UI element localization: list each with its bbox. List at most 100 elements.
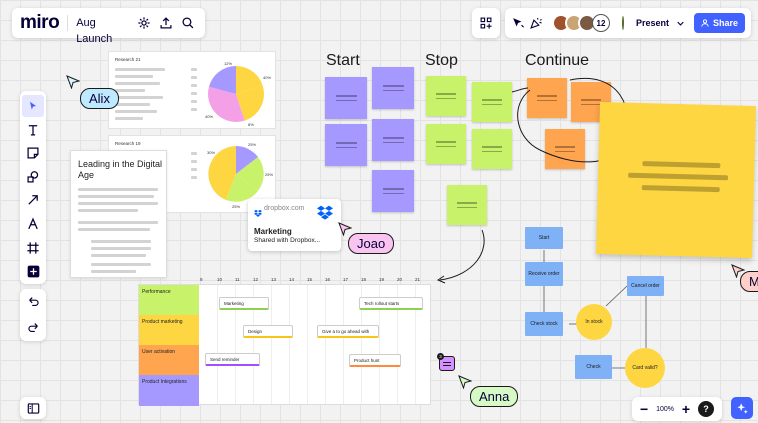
ai-assistant-button[interactable] <box>731 397 753 419</box>
timeline-task[interactable]: Marketing <box>219 297 269 310</box>
help-button[interactable]: ? <box>698 401 714 417</box>
shapes-tool-icon[interactable] <box>22 166 44 188</box>
sidebar-toggle-button[interactable] <box>20 397 46 419</box>
dropbox-subtitle: Shared with Dropbox... <box>254 237 321 244</box>
timeline-day: 16 <box>325 277 331 282</box>
redo-icon[interactable] <box>22 316 44 338</box>
cursor-label-ma: Ma <box>740 271 758 292</box>
sidebar-panel-icon <box>27 402 39 414</box>
pie-label: 25% <box>248 142 257 147</box>
flow-node-start[interactable]: Start <box>525 227 563 249</box>
board-title[interactable]: Aug Launch <box>67 15 124 45</box>
cursor-tracking-icon[interactable] <box>511 12 525 34</box>
timeline-task[interactable]: Give a to go ahead with <box>317 325 379 338</box>
pie-label: 25% <box>265 172 274 177</box>
retro-heading-stop: Stop <box>425 52 458 69</box>
pie-label: 40% <box>205 114 214 119</box>
undo-redo-toolbar <box>20 289 46 341</box>
document-title: Leading in the Digital Age <box>78 159 163 180</box>
zoom-controls: − 100% + ? <box>632 397 722 421</box>
board-header: miro Aug Launch <box>12 8 205 45</box>
dropbox-domain: dropbox.com <box>264 205 305 212</box>
timeline-day: 21 <box>415 277 421 282</box>
timeline-row-label: Performance <box>139 285 199 315</box>
timeline-row-label: Product marketing <box>139 315 199 345</box>
dropbox-embed-card[interactable]: dropbox.com Marketing Shared with Dropbo… <box>248 199 341 251</box>
timeline-day: 17 <box>343 277 349 282</box>
timeline-task[interactable]: Design <box>243 325 293 338</box>
sticky-note-tool-icon[interactable] <box>22 142 44 164</box>
timeline-day: 13 <box>271 277 277 282</box>
settings-icon[interactable] <box>135 12 153 34</box>
cursor-pointer-icon <box>338 222 352 236</box>
document-card[interactable]: Leading in the Digital Age <box>70 150 167 278</box>
timeline-day: 19 <box>379 277 385 282</box>
cursor-pointer-icon <box>458 375 472 389</box>
pie-chart <box>208 66 264 122</box>
report-card-1[interactable]: Research 21 12% 40% 40% 8% <box>108 51 276 129</box>
timeline-row-label: User activation <box>139 345 199 375</box>
miro-logo[interactable]: miro <box>20 12 60 34</box>
cursor-label-alix: Alix <box>80 88 119 109</box>
sticky-note[interactable] <box>325 124 367 166</box>
retro-heading-start: Start <box>326 52 360 69</box>
zoom-level[interactable]: 100% <box>656 406 674 413</box>
share-button[interactable]: Share <box>693 13 745 33</box>
sparkle-icon <box>736 402 748 414</box>
timeline-task[interactable]: Product hunt <box>349 354 401 367</box>
share-label: Share <box>712 18 738 28</box>
collaboration-bar: 12 Present Share <box>505 8 751 38</box>
upload-icon[interactable] <box>157 12 175 34</box>
timeline-day: 10 <box>217 277 223 282</box>
cursor-label-anna: Anna <box>470 386 519 407</box>
connector-arrow-tool-icon[interactable] <box>22 189 44 211</box>
apps-button[interactable] <box>472 8 500 38</box>
present-button[interactable]: Present <box>636 18 684 28</box>
timeline-day: 15 <box>307 277 313 282</box>
flow-node-in-stock[interactable]: In stock <box>576 304 612 340</box>
celebrate-icon[interactable] <box>529 12 543 34</box>
sticky-note[interactable] <box>372 67 414 109</box>
apps-grid-icon <box>480 17 492 29</box>
more-tools-plus-icon[interactable] <box>22 260 44 282</box>
pie-label: 25% <box>232 204 241 209</box>
sticky-note[interactable] <box>372 119 414 161</box>
sticky-note[interactable] <box>372 170 414 212</box>
creation-toolbar <box>20 91 46 284</box>
flow-node-check[interactable]: Check <box>575 355 612 379</box>
pie-label: 40% <box>263 75 272 80</box>
zoom-in-icon[interactable]: + <box>682 402 690 416</box>
sticky-note[interactable] <box>325 77 367 119</box>
timeline-day: 9 <box>200 277 203 282</box>
flow-node-cancel-order[interactable]: Cancel order <box>627 276 664 296</box>
undo-icon[interactable] <box>22 290 44 312</box>
flow-node-receive-order[interactable]: Receive order <box>525 262 563 286</box>
cursor-label-joao: Joao <box>348 233 395 254</box>
current-user-avatar[interactable] <box>620 14 626 32</box>
timeline-task[interactable]: Tech rollout starts <box>359 297 423 310</box>
chevron-down-icon <box>677 21 684 26</box>
present-label: Present <box>635 18 669 28</box>
timeline-row-label: Product Integrations <box>139 375 199 406</box>
frame-tool-icon[interactable] <box>22 237 44 259</box>
pie-label: 30% <box>207 150 216 155</box>
timeline-board[interactable]: 9 10 11 12 13 14 15 16 17 18 19 20 21 Pe… <box>138 277 431 406</box>
flow-node-card-valid[interactable]: Card valid? <box>625 348 665 388</box>
timeline-day: 12 <box>253 277 259 282</box>
retro-heading-continue: Continue <box>525 52 590 69</box>
text-tool-icon[interactable] <box>22 119 44 141</box>
zoom-out-icon[interactable]: − <box>640 402 648 416</box>
comment-count-badge: 3 <box>437 353 444 360</box>
pie-label: 8% <box>248 122 254 127</box>
dropbox-small-icon <box>254 204 262 217</box>
cursor-pointer-icon <box>66 75 80 89</box>
timeline-task[interactable]: Send reminder <box>205 353 260 366</box>
report-title: Research 19 <box>115 141 141 146</box>
timeline-day: 18 <box>361 277 367 282</box>
select-tool-icon[interactable] <box>22 95 44 117</box>
pen-tool-icon[interactable] <box>22 213 44 235</box>
search-icon[interactable] <box>179 12 197 34</box>
flow-node-check-stock[interactable]: Check stock <box>525 312 563 336</box>
pie-label: 12% <box>224 61 233 66</box>
collaborator-count[interactable]: 12 <box>592 14 610 32</box>
